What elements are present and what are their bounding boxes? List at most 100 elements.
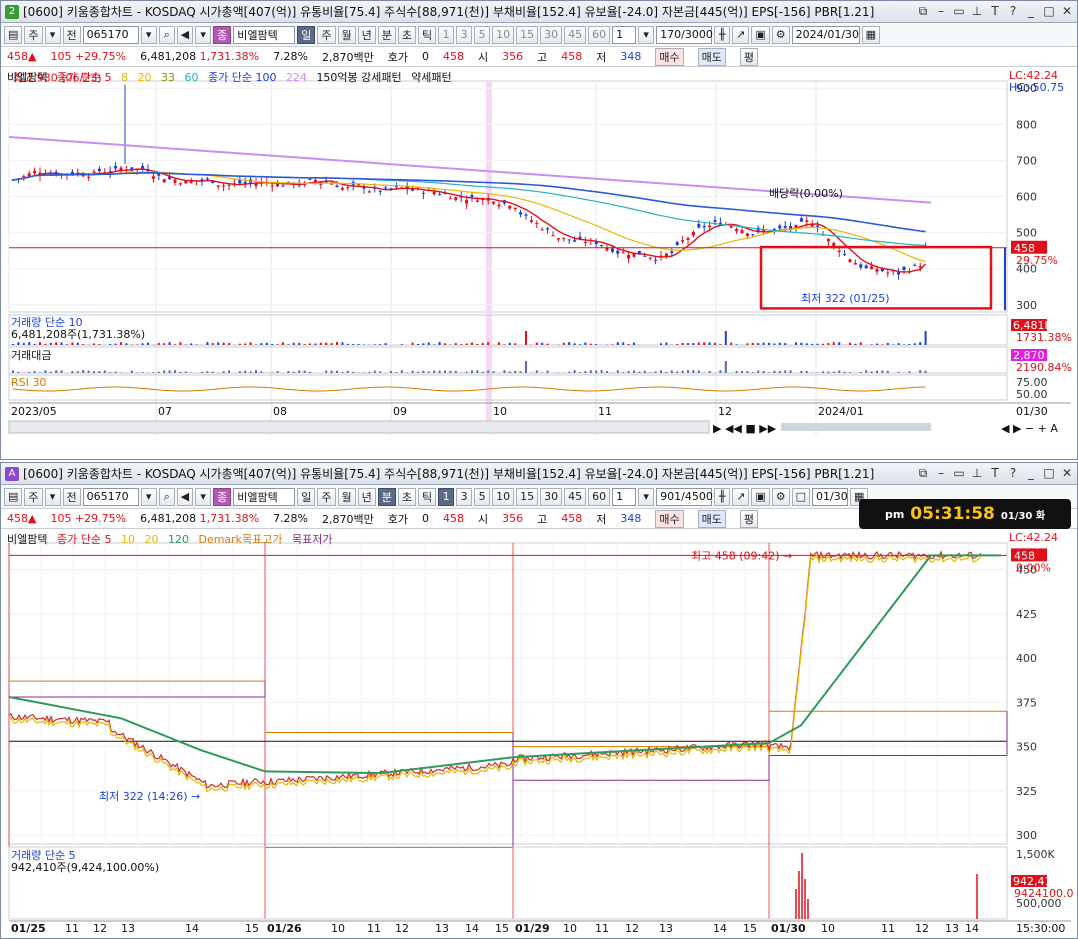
search-icon[interactable]: ⌕ xyxy=(158,25,175,44)
chevron-down-icon[interactable]: ▾ xyxy=(195,25,212,44)
minute-1[interactable]: 1 xyxy=(438,487,455,506)
font-icon[interactable]: T xyxy=(989,4,1001,19)
minute-30[interactable]: 30 xyxy=(540,25,563,44)
layout-icon[interactable]: ▤ xyxy=(4,25,23,44)
code-input[interactable]: 065170 xyxy=(82,487,139,506)
date-input[interactable]: 2024/01/30 xyxy=(791,25,860,44)
search-icon[interactable]: ⌕ xyxy=(158,487,175,506)
period-month[interactable]: 월 xyxy=(337,487,356,506)
sound-icon[interactable]: ◀ xyxy=(176,25,194,44)
minute-15[interactable]: 15 xyxy=(516,487,539,506)
minute-3[interactable]: 3 xyxy=(456,25,473,44)
period-year[interactable]: 년 xyxy=(357,487,376,506)
buy-button[interactable]: 매수 xyxy=(655,509,684,528)
gear-icon[interactable]: ⚙ xyxy=(771,487,790,506)
font-icon[interactable]: T xyxy=(989,466,1001,481)
amount-bar xyxy=(773,370,776,373)
minute-chart[interactable]: 450 425 400 375 350 325 300 LC:42.24 최고 458 (09:… xyxy=(1,529,1077,934)
minute-10[interactable]: 10 xyxy=(492,487,515,506)
title-bar[interactable]: A [0600] 키움종합차트 - KOSDAQ 시가총액[407(억)] 유통… xyxy=(1,463,1077,485)
code-input[interactable]: 065170 xyxy=(82,25,139,44)
gear-icon[interactable]: ⚙ xyxy=(771,25,790,44)
draw-icon[interactable]: ↗ xyxy=(732,25,750,44)
buy-button[interactable]: 매수 xyxy=(655,47,684,66)
window-icon[interactable]: ▭ xyxy=(953,466,965,481)
stock-name-field[interactable]: 비엘팜텍 xyxy=(233,487,296,506)
minute-3[interactable]: 3 xyxy=(456,487,473,506)
minute-45[interactable]: 45 xyxy=(564,25,587,44)
pin-icon[interactable]: ⊥ xyxy=(971,466,983,481)
prev-button[interactable]: 전 xyxy=(62,25,81,44)
chevron-down-icon[interactable]: ▾ xyxy=(638,487,655,506)
chevron-down-icon[interactable]: ▾ xyxy=(638,25,655,44)
minute-15[interactable]: 15 xyxy=(516,25,539,44)
daily-chart-canvas[interactable]: 900800700600500400300LC:42.24HC:-50.75최고… xyxy=(1,67,1077,455)
min-button-icon[interactable]: _ xyxy=(1025,466,1037,481)
date-input[interactable]: 01/30 xyxy=(812,487,849,506)
period-minute[interactable]: 분 xyxy=(377,25,396,44)
minute-5[interactable]: 5 xyxy=(474,487,491,506)
period-day[interactable]: 일 xyxy=(297,487,316,506)
type-select[interactable]: 주 xyxy=(24,487,43,506)
close-icon[interactable]: ✕ xyxy=(1061,466,1073,481)
candle-icon[interactable]: ╫ xyxy=(714,487,731,506)
flat-button[interactable]: 평 xyxy=(739,509,758,528)
period-second[interactable]: 초 xyxy=(397,487,416,506)
close-icon[interactable]: ✕ xyxy=(1061,4,1073,19)
help-icon[interactable]: ? xyxy=(1007,466,1019,481)
minimize-icon[interactable]: – xyxy=(935,466,947,481)
period-second[interactable]: 초 xyxy=(397,25,416,44)
save-icon[interactable]: ▣ xyxy=(751,25,770,44)
checkbox[interactable]: □ xyxy=(791,487,811,506)
period-day[interactable]: 일 xyxy=(297,25,316,44)
range-input[interactable]: 901/4500 xyxy=(656,487,713,506)
candle-icon[interactable]: ╫ xyxy=(714,25,731,44)
help-icon[interactable]: ? xyxy=(1007,4,1019,19)
restore-icon[interactable]: ⧉ xyxy=(917,4,929,19)
chevron-down-icon[interactable]: ▾ xyxy=(140,25,157,44)
chevron-down-icon[interactable]: ▾ xyxy=(44,25,61,44)
max-button-icon[interactable]: □ xyxy=(1043,466,1055,481)
min-button-icon[interactable]: _ xyxy=(1025,4,1037,19)
amount-bar xyxy=(508,371,511,373)
window-icon[interactable]: ▭ xyxy=(953,4,965,19)
calendar-icon[interactable]: ▦ xyxy=(861,25,881,44)
minute-60[interactable]: 60 xyxy=(588,487,611,506)
period-minute[interactable]: 분 xyxy=(377,487,396,506)
minute-60[interactable]: 60 xyxy=(588,25,611,44)
minute-5[interactable]: 5 xyxy=(474,25,491,44)
save-icon[interactable]: ▣ xyxy=(751,487,770,506)
count-input[interactable]: 1 xyxy=(612,25,637,44)
sound-icon[interactable]: ◀ xyxy=(176,487,194,506)
minute-1[interactable]: 1 xyxy=(438,25,455,44)
draw-icon[interactable]: ↗ xyxy=(732,487,750,506)
range-input[interactable]: 170/3000 xyxy=(656,25,713,44)
period-tick[interactable]: 틱 xyxy=(418,25,437,44)
minute-10[interactable]: 10 xyxy=(492,25,515,44)
minute-chart-canvas[interactable]: 450425400375350325300LC:42.24최고 458 (09:… xyxy=(1,529,1077,934)
minimize-icon[interactable]: – xyxy=(935,4,947,19)
layout-icon[interactable]: ▤ xyxy=(4,487,23,506)
sell-button[interactable]: 매도 xyxy=(697,509,726,528)
count-input[interactable]: 1 xyxy=(612,487,637,506)
title-bar[interactable]: 2 [0600] 키움종합차트 - KOSDAQ 시가총액[407(억)] 유통… xyxy=(1,1,1077,23)
chevron-down-icon[interactable]: ▾ xyxy=(44,487,61,506)
period-year[interactable]: 년 xyxy=(357,25,376,44)
period-tick[interactable]: 틱 xyxy=(418,487,437,506)
sell-button[interactable]: 매도 xyxy=(697,47,726,66)
period-week[interactable]: 주 xyxy=(317,487,336,506)
period-week[interactable]: 주 xyxy=(317,25,336,44)
flat-button[interactable]: 평 xyxy=(739,47,758,66)
chevron-down-icon[interactable]: ▾ xyxy=(195,487,212,506)
chevron-down-icon[interactable]: ▾ xyxy=(140,487,157,506)
pin-icon[interactable]: ⊥ xyxy=(971,4,983,19)
minute-45[interactable]: 45 xyxy=(564,487,587,506)
minute-30[interactable]: 30 xyxy=(540,487,563,506)
max-button-icon[interactable]: □ xyxy=(1043,4,1055,19)
restore-icon[interactable]: ⧉ xyxy=(917,466,929,481)
prev-button[interactable]: 전 xyxy=(62,487,81,506)
stock-name-field[interactable]: 비엘팜텍 xyxy=(233,25,296,44)
period-month[interactable]: 월 xyxy=(337,25,356,44)
type-select[interactable]: 주 xyxy=(24,25,43,44)
daily-chart[interactable]: 900 800 700 600 500 400 300 LC:42.24 HC:-50.75 최고… xyxy=(1,67,1077,455)
